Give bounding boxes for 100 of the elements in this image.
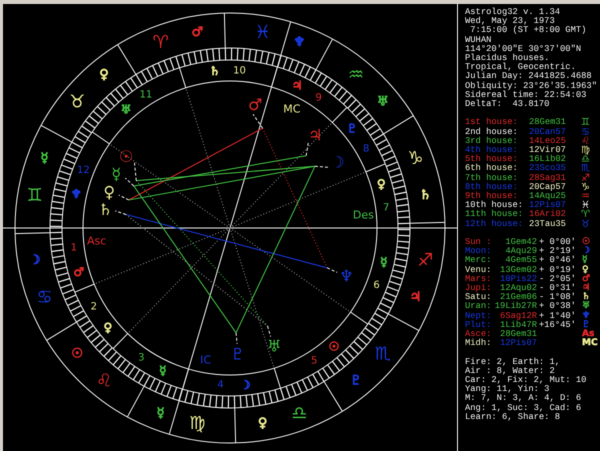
stats-line: Yang: 11, Yin: 3 bbox=[465, 385, 550, 394]
sign-glyph: ♊ bbox=[581, 118, 590, 128]
planet-position: 1Lib47R bbox=[500, 320, 538, 330]
planet-glyph: ☽ bbox=[330, 152, 345, 172]
planet-label: Sun : bbox=[465, 238, 492, 248]
planet-label: Midh: bbox=[465, 339, 492, 348]
house-ruler-glyph: ♅ bbox=[120, 102, 132, 117]
chart-info-line: 114°20'00"E 30°37'00"N bbox=[465, 44, 582, 54]
ruler-glyph: ☿ bbox=[156, 406, 165, 421]
planet-motion: - 0°31' bbox=[539, 284, 576, 294]
chart-info-line: Obliquity: 23°26'35.1963" bbox=[465, 82, 597, 91]
house-number: 8 bbox=[362, 143, 370, 154]
planet-motion: - 2°05' bbox=[539, 274, 576, 284]
planet-position: 13Gem02 bbox=[500, 266, 538, 275]
chart-info-line: Sidereal time: 22:54:03 bbox=[465, 90, 586, 100]
house-label: 10th house: bbox=[465, 201, 524, 210]
ruler-glyph: ♆ bbox=[294, 35, 306, 50]
planet-label: Satu: bbox=[465, 293, 492, 302]
house-label: 7th house: bbox=[465, 174, 518, 183]
planet-glyph: ♀ bbox=[103, 182, 116, 202]
house-cusp: 23Tau35 bbox=[529, 220, 566, 229]
planet-position: 12Pis07 bbox=[500, 339, 538, 348]
sign-glyph: ♉ bbox=[581, 220, 590, 229]
sign-glyph: ♌ bbox=[581, 136, 590, 146]
house-number: 7 bbox=[383, 202, 390, 214]
zodiac-sign-glyph: ♎ bbox=[291, 402, 308, 424]
house-ruler-glyph: ☿ bbox=[159, 363, 166, 378]
house-ruler-glyph: ♄ bbox=[209, 64, 220, 78]
house-label: 3rd house: bbox=[465, 136, 518, 146]
planet-position: 19Lib27R bbox=[494, 302, 538, 312]
planet-label: Moon: bbox=[465, 247, 492, 256]
house-ruler-glyph: ☿ bbox=[380, 254, 388, 269]
house-label: 2nd house: bbox=[465, 128, 518, 137]
planet-position: 4Aqu29 bbox=[505, 247, 538, 256]
planet-motion: + 0°00' bbox=[539, 238, 576, 248]
stats-line: M: 7, N: 3, A: 4, D: 6 bbox=[465, 394, 582, 404]
planet-position: 12Aqu02 bbox=[500, 284, 538, 294]
zodiac-sign-glyph: ♓ bbox=[254, 22, 271, 44]
house-number: 5 bbox=[310, 356, 318, 367]
ruler-glyph: ♀ bbox=[99, 68, 109, 83]
sign-glyph: ♋ bbox=[581, 128, 590, 137]
house-cusp: 20Can57 bbox=[529, 128, 566, 137]
sign-glyph: ♏ bbox=[581, 164, 590, 174]
planet-glyph: ♆ bbox=[339, 266, 354, 286]
sign-glyph: ♐ bbox=[581, 174, 590, 183]
planet-glyph: ♇ bbox=[581, 320, 590, 330]
planet-label: Plut: bbox=[465, 320, 492, 330]
stats-line: Car: 2, Fix: 2, Mut: 10 bbox=[465, 376, 586, 386]
planet-motion: + 0°46' bbox=[539, 256, 576, 266]
house-ruler-glyph: ♂ bbox=[73, 265, 84, 279]
house-cusp: 14Aqu25 bbox=[529, 192, 566, 202]
zodiac-sign-glyph: ♉ bbox=[69, 92, 86, 113]
sign-glyph: ♒ bbox=[581, 192, 590, 202]
zodiac-sign-glyph: ♐ bbox=[417, 250, 434, 272]
planet-position: 6Sag12R bbox=[500, 312, 538, 321]
planet-motion: + 1°40' bbox=[539, 312, 576, 321]
house-cusp: 28Gem31 bbox=[529, 118, 566, 128]
house-number: 1 bbox=[70, 242, 77, 254]
chart-info-line: 7:15:00 (ST +8:00 GMT) bbox=[469, 26, 586, 36]
planet-glyph: ♄ bbox=[98, 200, 113, 219]
planet-motion: - 1°08' bbox=[539, 293, 576, 302]
planet-position: 4Gem55 bbox=[505, 256, 538, 266]
house-number: 11 bbox=[139, 89, 152, 100]
sign-glyph: ♑ bbox=[581, 182, 590, 192]
planet-label: Merc: bbox=[465, 256, 492, 266]
stats-line: Air : 8, Water: 2 bbox=[465, 366, 555, 376]
house-ruler-glyph: ☽ bbox=[240, 378, 251, 392]
planet-glyph: MC bbox=[581, 339, 598, 348]
house-ruler-glyph: ☉ bbox=[328, 339, 340, 354]
angle-label: Des bbox=[352, 208, 374, 222]
chart-info-line: WUHAN bbox=[465, 36, 492, 45]
house-label: 11th house: bbox=[465, 210, 524, 220]
planet-glyph: ♂ bbox=[581, 274, 590, 284]
zodiac-sign-glyph: ♏ bbox=[374, 343, 391, 364]
planet-label: Jupi: bbox=[465, 284, 492, 294]
house-cusp: 28Sag31 bbox=[529, 174, 566, 183]
chart-info-line: Astrolog32 v. 1.34 bbox=[465, 8, 560, 17]
angle-label: IC bbox=[200, 353, 212, 366]
house-number: 12 bbox=[77, 164, 90, 176]
planet-position: 1Gem42 bbox=[505, 238, 538, 248]
planet-motion: +16°45' bbox=[539, 320, 576, 330]
planet-glyph: ♆ bbox=[581, 312, 590, 321]
planet-glyph: ♇ bbox=[230, 344, 245, 364]
house-label: 4th house: bbox=[465, 146, 518, 156]
house-cusp: 16Ari02 bbox=[529, 210, 566, 220]
ruler-glyph: ☉ bbox=[71, 346, 84, 362]
ruler-glyph: ♀ bbox=[258, 416, 268, 431]
planet-glyph: ☉ bbox=[581, 238, 590, 248]
planet-motion: + 0°38' bbox=[539, 302, 576, 312]
planet-glyph: ♅ bbox=[266, 336, 282, 356]
house-ruler-glyph: ♀ bbox=[104, 320, 112, 334]
zodiac-sign-glyph: ♌ bbox=[96, 370, 112, 392]
house-number: 3 bbox=[138, 352, 145, 364]
zodiac-sign-glyph: ♊ bbox=[26, 184, 43, 206]
planet-glyph: ☽ bbox=[581, 247, 590, 256]
house-number: 9 bbox=[315, 92, 322, 104]
house-cusp: 20Cap57 bbox=[529, 182, 566, 192]
stats-line: Learn: 6, Share: 8 bbox=[465, 412, 560, 422]
sign-glyph: ♍ bbox=[581, 146, 590, 156]
sign-glyph: ♓ bbox=[581, 201, 590, 210]
